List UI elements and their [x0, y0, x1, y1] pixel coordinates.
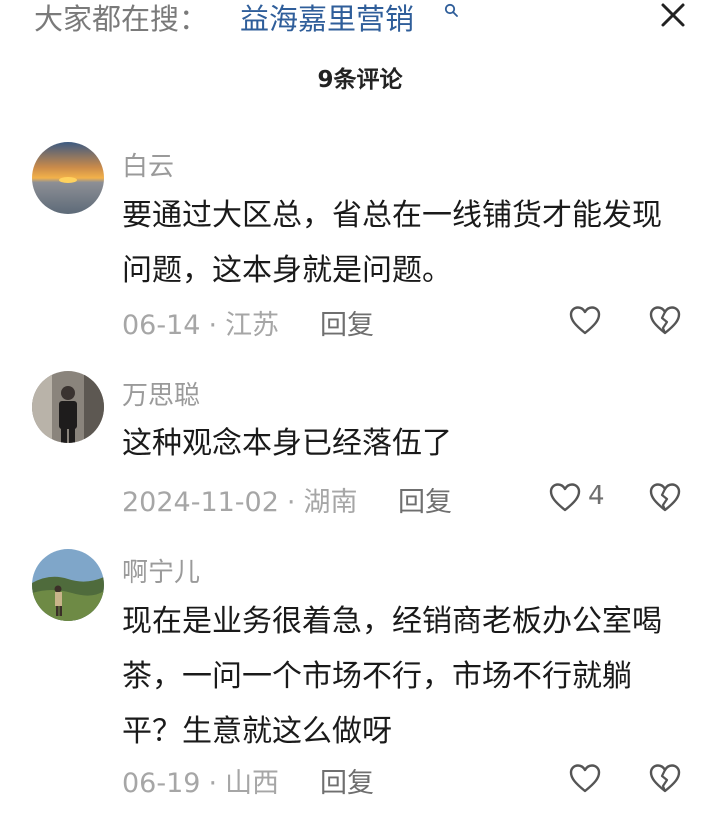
trending-search-link[interactable]: 益海嘉里营销	[240, 0, 414, 38]
meta-separator: ·	[208, 768, 218, 799]
reply-button[interactable]: 回复	[398, 480, 452, 519]
broken-heart-icon[interactable]	[648, 481, 682, 515]
comment-date: 2024-11-02	[122, 487, 279, 518]
reply-button[interactable]: 回复	[320, 303, 374, 342]
comment-meta: 06-14 · 江苏	[122, 303, 279, 342]
broken-heart-icon[interactable]	[648, 304, 682, 338]
comment-text: 要通过大区总，省总在一线铺货才能发现问题，这本身就是问题。	[122, 198, 662, 288]
comment-date: 06-19	[122, 768, 201, 799]
search-prefix: 大家都在搜：	[34, 2, 209, 36]
meta-separator: ·	[208, 310, 218, 341]
comment-location: 江苏	[225, 310, 280, 341]
avatar[interactable]	[32, 142, 104, 214]
comment-location: 山西	[225, 768, 280, 799]
heart-icon[interactable]	[548, 481, 582, 515]
meta-separator: ·	[286, 487, 296, 518]
heart-icon[interactable]	[568, 762, 602, 796]
close-icon[interactable]	[656, 0, 688, 32]
comment-meta: 06-19 · 山西	[122, 761, 279, 800]
broken-heart-icon[interactable]	[648, 762, 682, 796]
username[interactable]: 啊宁儿	[122, 552, 200, 589]
comment-text: 现在是业务很着急，经销商老板办公室喝茶，一问一个市场不行，市场不行就躺平？生意就…	[122, 604, 662, 749]
username[interactable]: 万思聪	[122, 375, 200, 412]
heart-icon[interactable]	[568, 304, 602, 338]
search-icon[interactable]	[444, 3, 458, 17]
top-bar: 大家都在搜： 益海嘉里营销	[0, 0, 720, 40]
avatar[interactable]	[32, 549, 104, 621]
comment-location: 湖南	[303, 487, 358, 518]
reply-button[interactable]: 回复	[320, 761, 374, 800]
comment-count-title: 9条评论	[317, 67, 403, 93]
like-count: 4	[588, 481, 605, 511]
avatar[interactable]	[32, 371, 104, 443]
comment-text: 这种观念本身已经落伍了	[122, 426, 452, 461]
comment-meta: 2024-11-02 · 湖南	[122, 480, 358, 519]
username[interactable]: 白云	[122, 146, 174, 183]
comment-date: 06-14	[122, 310, 201, 341]
